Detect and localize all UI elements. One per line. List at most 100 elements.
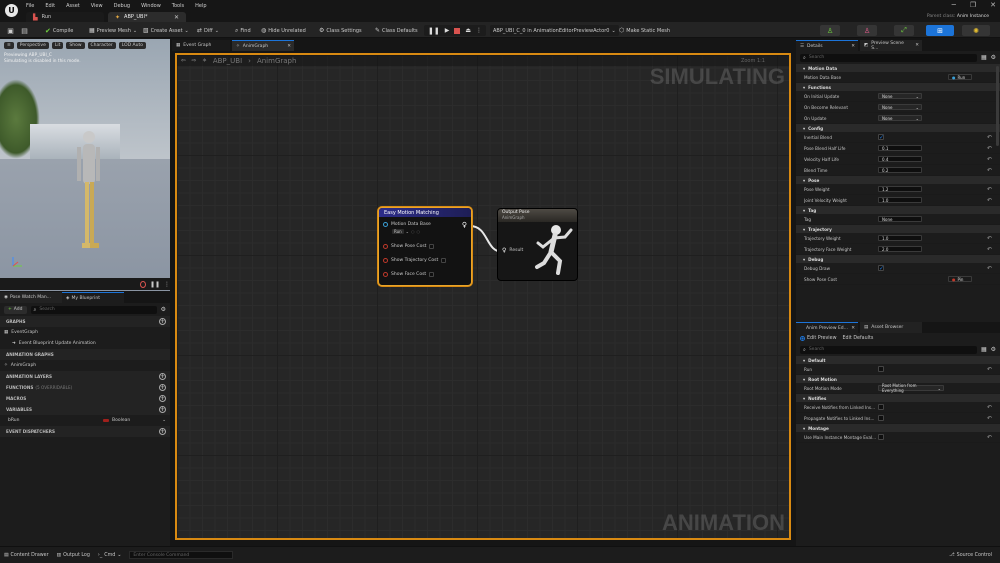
show-pose-cost-pin[interactable]: Show Pose Cost <box>383 244 435 249</box>
eject-icon[interactable]: ⏏ <box>465 27 471 34</box>
hide-unrelated-button[interactable]: ◍ Hide Unrelated <box>258 25 309 36</box>
property-input[interactable]: 1.2 <box>878 186 922 192</box>
add-button[interactable]: + Add <box>4 305 27 314</box>
browse-icon[interactable]: ▤ <box>20 26 29 35</box>
property-input[interactable]: 1.0 <box>878 197 922 203</box>
list-item-event-update[interactable]: ➜ Event Blueprint Update Animation <box>0 338 170 349</box>
property-checkbox[interactable]: ✓ <box>878 134 884 141</box>
show-trajectory-cost-pin[interactable]: Show Trajectory Cost <box>383 258 447 263</box>
add-function-icon[interactable]: + <box>159 384 166 391</box>
edit-preview-option[interactable]: Edit Preview <box>800 335 837 341</box>
viewport-menu-icon[interactable]: ≡ <box>4 42 14 49</box>
mesh-mode-button[interactable]: ♙ <box>857 25 877 36</box>
reset-to-default-icon[interactable]: ↶ <box>987 145 992 152</box>
my-blueprint-search[interactable]: ⌕ Search <box>30 305 157 314</box>
reset-to-default-icon[interactable]: ↶ <box>987 134 992 141</box>
grid-view-icon[interactable]: ▦ <box>981 54 987 61</box>
pause-icon[interactable]: ❚❚ <box>150 281 160 288</box>
stop-icon[interactable] <box>454 27 461 34</box>
property-checkbox[interactable] <box>878 415 884 421</box>
section-header[interactable]: ▾ Motion Data <box>796 64 1000 72</box>
property-dropdown[interactable]: Root Motion from Everything ⌄ <box>878 383 944 393</box>
reset-to-default-icon[interactable]: ↶ <box>987 167 992 174</box>
tab-anim-preview[interactable]: Anim Preview Ed... ✕ <box>796 322 858 333</box>
close-tab-icon[interactable]: ✕ <box>915 43 919 48</box>
property-input[interactable]: 1.0 <box>878 235 922 241</box>
details-scrollbar[interactable] <box>996 66 999 146</box>
motion-data-pin[interactable]: Motion Data Base <box>383 222 431 227</box>
tab-asset-browser[interactable]: ▤ Asset Browser <box>860 322 922 333</box>
pause-icon[interactable]: ❚❚ <box>428 27 440 35</box>
content-drawer-button[interactable]: ▤ Content Drawer <box>4 553 49 558</box>
close-tab-icon[interactable]: ✕ <box>174 14 179 21</box>
breadcrumb-root[interactable]: ABP_UBI <box>213 57 242 65</box>
list-item-eventgraph[interactable]: ▦ EventGraph <box>0 327 170 338</box>
menu-view[interactable]: View <box>91 3 103 9</box>
section-functions[interactable]: FUNCTIONS (5 OVERRIDABLE) + <box>0 382 170 393</box>
diff-button[interactable]: ⇄ Diff ⌄ <box>194 25 222 36</box>
section-header[interactable]: ▾ Config <box>796 124 1000 132</box>
tab-pose-watch[interactable]: ◉ Pose Watch Man... <box>0 292 62 303</box>
make-static-mesh-button[interactable]: ⬡ Make Static Mesh <box>616 25 673 36</box>
reset-to-default-icon[interactable]: ↶ <box>987 156 992 163</box>
class-defaults-button[interactable]: ✎ Class Defaults <box>372 25 421 36</box>
show-face-cost-pin[interactable]: Show Face Cost <box>383 272 435 277</box>
lod-button[interactable]: LOD Auto <box>118 42 146 49</box>
reset-to-default-icon[interactable]: ↶ <box>987 186 992 193</box>
tab-abp-ubi[interactable]: ✦ ABP_UBI* ✕ <box>108 12 186 22</box>
section-header[interactable]: ▾ Root Motion <box>796 375 1000 383</box>
output-log-button[interactable]: ▥ Output Log <box>57 553 90 558</box>
section-header[interactable]: ▾ Notifies <box>796 394 1000 402</box>
reset-to-default-icon[interactable]: ↶ <box>987 235 992 242</box>
property-checkbox[interactable] <box>878 366 884 372</box>
property-input[interactable]: 0.2 <box>878 167 922 173</box>
edit-defaults-option[interactable]: Edit Defaults <box>843 336 874 341</box>
list-item-animgraph[interactable]: ✧ AnimGraph <box>0 360 170 371</box>
maximize-icon[interactable]: ❐ <box>970 1 976 9</box>
tab-event-graph[interactable]: ▦ Event Graph <box>172 40 230 51</box>
tab-my-blueprint[interactable]: ◈ My Blueprint <box>62 292 124 303</box>
menu-file[interactable]: File <box>26 3 34 9</box>
tab-preview-scene[interactable]: ◩ Preview Scene S... ✕ <box>860 40 922 51</box>
property-input[interactable]: 0.4 <box>878 156 922 162</box>
compile-button[interactable]: ✔ Compile <box>42 25 76 36</box>
options-icon[interactable]: ⋮ <box>164 281 170 288</box>
settings-gear-icon[interactable]: ⚙ <box>991 346 996 353</box>
variable-row[interactable]: bRun Boolean ⌄ <box>0 415 170 426</box>
menu-asset[interactable]: Asset <box>66 3 80 9</box>
show-face-cost-checkbox[interactable] <box>429 272 435 277</box>
property-dropdown[interactable]: None ⌄ <box>878 115 922 121</box>
menu-tools[interactable]: Tools <box>172 3 184 9</box>
details-search[interactable]: ⌕ Search <box>800 53 977 62</box>
settings-gear-icon[interactable]: ⚙ <box>161 306 166 313</box>
menu-debug[interactable]: Debug <box>114 3 130 9</box>
close-tab-icon[interactable]: ✕ <box>287 44 291 49</box>
lit-button[interactable]: Lit <box>51 42 64 49</box>
skeleton-mode-button[interactable]: ♙ <box>820 25 840 36</box>
blueprint-mode-button[interactable]: ⊞ <box>926 25 954 36</box>
section-header[interactable]: ▾ Tag <box>796 206 1000 214</box>
property-input[interactable]: 0.1 <box>878 145 922 151</box>
section-header[interactable]: ▾ Trajectory <box>796 225 1000 233</box>
minimize-icon[interactable]: ─ <box>952 1 956 9</box>
section-event-dispatchers[interactable]: EVENT DISPATCHERS + <box>0 426 170 437</box>
use-asset-icon[interactable]: ○ <box>417 229 421 234</box>
section-header[interactable]: ▾ Debug <box>796 255 1000 263</box>
show-trajectory-cost-checkbox[interactable] <box>441 258 447 263</box>
property-checkbox[interactable] <box>878 404 884 410</box>
section-header[interactable]: ▾ Functions <box>796 83 1000 91</box>
physics-mode-button[interactable]: ✺ <box>962 25 990 36</box>
grid-view-icon[interactable]: ▦ <box>981 346 987 353</box>
add-macro-icon[interactable]: + <box>159 395 166 402</box>
add-graph-icon[interactable]: + <box>159 318 166 325</box>
reset-to-default-icon[interactable]: ↶ <box>987 434 992 441</box>
property-dropdown[interactable]: None ⌄ <box>878 93 922 99</box>
property-checkbox[interactable]: ✓ <box>878 265 884 272</box>
perspective-button[interactable]: Perspective <box>16 42 49 49</box>
pose-output-pin-icon[interactable]: ♀ <box>462 221 467 229</box>
show-button[interactable]: Show <box>66 42 85 49</box>
find-button[interactable]: ⌕ Find <box>232 25 254 36</box>
property-input[interactable]: None <box>878 216 922 222</box>
output-pose-node[interactable]: Output Pose AnimGraph ♀ Result <box>497 208 578 281</box>
save-icon[interactable]: ▣ <box>6 26 15 35</box>
